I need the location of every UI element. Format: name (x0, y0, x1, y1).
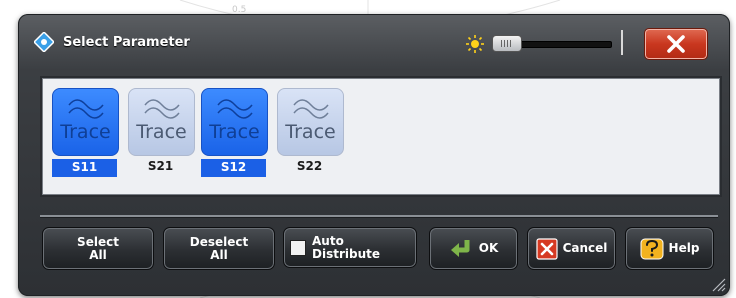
trace-tile-s12[interactable]: Trace (201, 88, 268, 156)
cancel-button[interactable]: Cancel (527, 227, 616, 270)
tile-caption: Trace (136, 121, 187, 143)
tile-caption: Trace (209, 121, 260, 143)
select-all-button[interactable]: Select All (42, 227, 154, 270)
sun-icon (466, 35, 484, 53)
dialog-title: Select Parameter (63, 35, 190, 50)
ok-label: OK (478, 241, 499, 255)
app-logo-icon (34, 32, 54, 52)
trace-tile-s11[interactable]: Trace (52, 88, 119, 156)
return-arrow-icon (450, 239, 470, 257)
select-all-label: Select All (77, 234, 119, 262)
close-x-icon (667, 35, 685, 53)
cancel-label: Cancel (562, 241, 608, 255)
cancel-x-icon (535, 237, 558, 260)
divider (40, 215, 718, 217)
trace-wave-icon (293, 99, 329, 119)
tile-caption: Trace (285, 121, 336, 143)
auto-distribute-label: Auto Distribute (312, 233, 380, 261)
trace-wave-icon (217, 99, 253, 119)
help-button[interactable]: Help (625, 227, 714, 270)
auto-distribute-checkbox[interactable] (290, 239, 306, 256)
trace-parameter-panel: Trace S11 Trace S21 Trace S12 Trace S22 (42, 78, 720, 195)
close-button[interactable] (644, 28, 708, 60)
tile-label-s22[interactable]: S22 (277, 159, 342, 173)
resize-grip-icon[interactable] (710, 276, 726, 292)
slider-end-marker (621, 30, 623, 55)
trace-tile-s21[interactable]: Trace (128, 88, 195, 156)
trace-wave-icon (144, 99, 180, 119)
tile-caption: Trace (60, 121, 111, 143)
select-parameter-dialog: Select Parameter Trace S11 Trace S21 Tra… (18, 14, 730, 296)
tile-label-s12[interactable]: S12 (201, 159, 266, 177)
title-bar[interactable]: Select Parameter (18, 14, 730, 66)
trace-wave-icon (68, 99, 104, 119)
deselect-all-label: Deselect All (189, 234, 249, 262)
tile-label-s11[interactable]: S11 (52, 159, 117, 177)
help-label: Help (668, 241, 700, 255)
help-question-icon (640, 238, 664, 259)
ok-button[interactable]: OK (429, 227, 518, 270)
tile-label-s21[interactable]: S21 (128, 159, 193, 173)
auto-distribute-button[interactable]: Auto Distribute (283, 227, 417, 268)
trace-tile-s22[interactable]: Trace (277, 88, 344, 156)
deselect-all-button[interactable]: Deselect All (163, 227, 275, 270)
brightness-slider-thumb[interactable] (492, 35, 522, 52)
